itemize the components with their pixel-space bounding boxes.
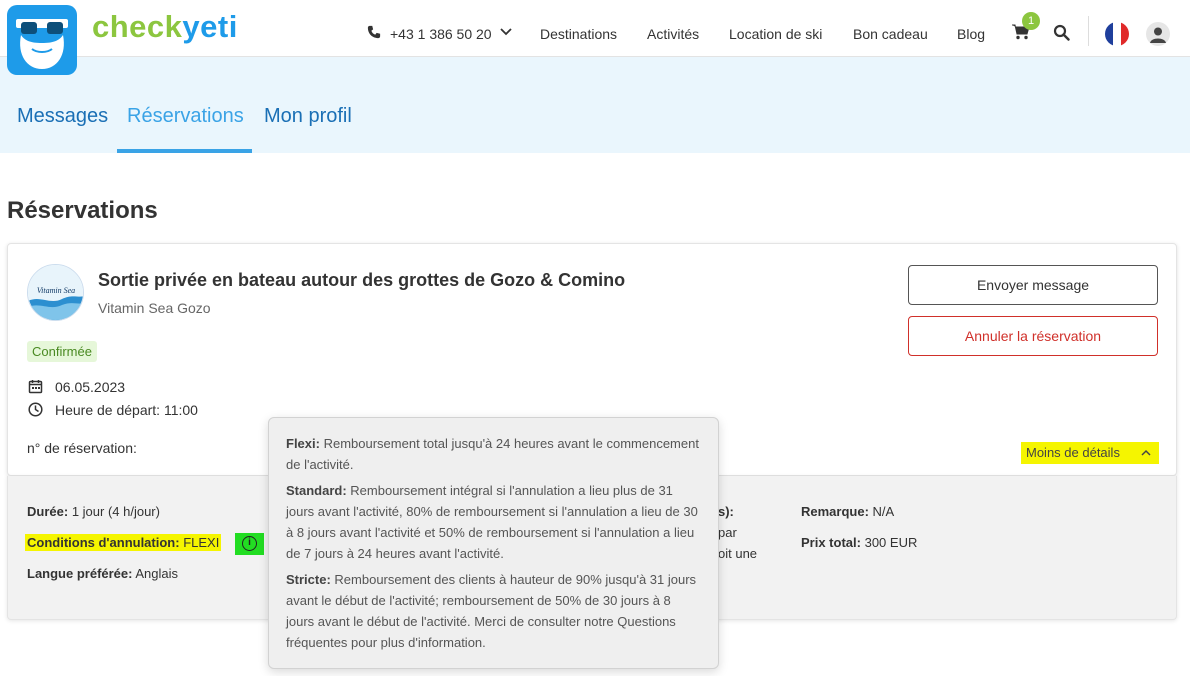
details-partial-text-2: par [718, 525, 737, 540]
send-message-button[interactable]: Envoyer message [908, 265, 1158, 305]
phone-number[interactable]: +43 1 386 50 20 [390, 26, 492, 42]
nav-location-ski[interactable]: Location de ski [729, 26, 822, 42]
info-icon: i [242, 536, 257, 551]
booking-date: 06.05.2023 [55, 379, 126, 395]
chevron-down-icon[interactable] [500, 27, 512, 37]
remark-row: Remarque: N/A [801, 504, 895, 519]
cancellation-conditions-row: Conditions d'annulation: FLEXI [25, 534, 222, 551]
cancellation-info-button[interactable]: i [235, 533, 264, 555]
booking-number-label: n° de réservation: [27, 440, 137, 456]
brand-name[interactable]: checkyeti [92, 9, 238, 45]
policy-stricte: Stricte: Remboursement des clients à hau… [286, 572, 697, 650]
nav-activites[interactable]: Activités [647, 26, 699, 42]
policy-standard: Standard: Remboursement intégral si l'an… [286, 483, 698, 561]
vendor-logo: Vitamin Sea [27, 264, 84, 321]
details-partial-text-3: oit une [718, 546, 758, 561]
cancellation-policy-tooltip: Flexi: Remboursement total jusqu'à 24 he… [268, 417, 719, 669]
flag-fr-icon[interactable] [1105, 22, 1129, 46]
less-details-toggle[interactable]: Moins de détails [1021, 442, 1159, 464]
policy-flexi: Flexi: Remboursement total jusqu'à 24 he… [286, 436, 699, 472]
duration-row: Durée: 1 jour (4 h/jour) [27, 504, 160, 519]
clock-icon [28, 402, 43, 417]
status-badge: Confirmée [27, 341, 97, 362]
nav-bon-cadeau[interactable]: Bon cadeau [853, 26, 928, 42]
departure-time: Heure de départ: 11:00 [55, 402, 198, 418]
phone-icon [367, 25, 381, 39]
page-title: Réservations [7, 197, 158, 224]
activity-title[interactable]: Sortie privée en bateau autour des grott… [98, 270, 625, 291]
preferred-language-row: Langue préférée: Anglais [27, 566, 179, 581]
checkyeti-logo[interactable] [7, 5, 77, 75]
account-tabs-bar: Messages Réservations Mon profil [0, 57, 1190, 153]
site-header: checkyeti +43 1 386 50 20 Destinations A… [0, 0, 1190, 57]
vendor-name: Vitamin Sea Gozo [98, 300, 211, 316]
active-tab-indicator [117, 149, 252, 153]
search-icon[interactable] [1053, 24, 1070, 41]
user-avatar-icon[interactable] [1146, 22, 1170, 46]
cart-count-badge: 1 [1022, 12, 1040, 30]
svg-text:Vitamin Sea: Vitamin Sea [37, 286, 75, 295]
chevron-up-icon [1141, 449, 1151, 456]
details-partial-text-1: s): [718, 504, 734, 519]
tab-mon-profil[interactable]: Mon profil [264, 105, 352, 128]
cancel-booking-button[interactable]: Annuler la réservation [908, 316, 1158, 356]
header-divider [1088, 16, 1089, 46]
total-price-row: Prix total: 300 EUR [801, 535, 918, 550]
nav-blog[interactable]: Blog [957, 26, 985, 42]
nav-destinations[interactable]: Destinations [540, 26, 617, 42]
tab-messages[interactable]: Messages [17, 105, 108, 128]
tab-reservations[interactable]: Réservations [127, 105, 244, 128]
calendar-icon [28, 380, 43, 394]
